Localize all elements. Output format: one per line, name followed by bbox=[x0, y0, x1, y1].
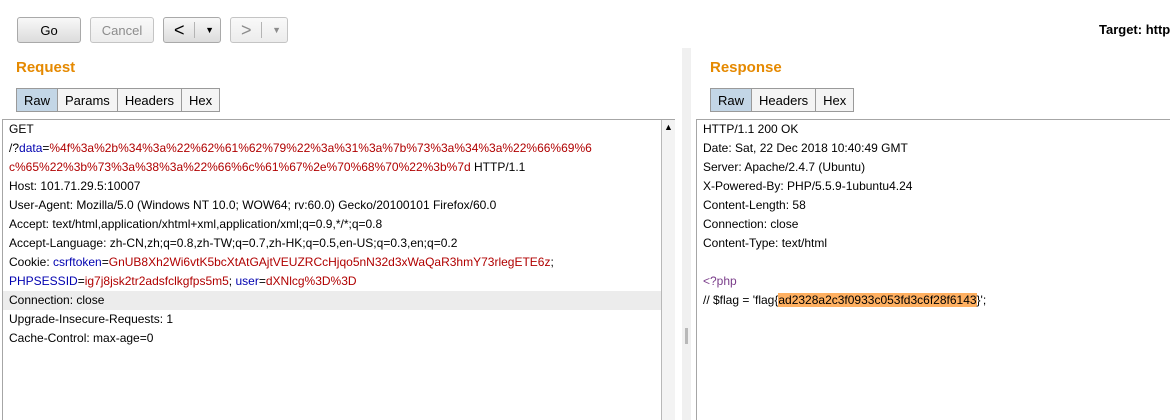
cookie-user-name: user bbox=[235, 274, 259, 288]
response-tabs: Raw Headers Hex bbox=[710, 88, 855, 112]
tab-params[interactable]: Params bbox=[58, 88, 118, 112]
chevron-down-icon[interactable]: ▼ bbox=[272, 25, 281, 35]
scroll-up-icon[interactable]: ▲ bbox=[664, 122, 673, 132]
button-divider bbox=[194, 22, 196, 38]
cookie-separator: ; bbox=[550, 255, 554, 269]
request-line-cache-control: Cache-Control: max-age=0 bbox=[9, 331, 154, 345]
response-line-blank bbox=[697, 253, 1170, 272]
path-prefix: /? bbox=[9, 141, 20, 155]
forward-button[interactable]: > ▼ bbox=[230, 17, 288, 43]
tab-hex[interactable]: Hex bbox=[181, 88, 221, 112]
splitter-grip[interactable] bbox=[685, 328, 688, 344]
cancel-button[interactable]: Cancel bbox=[90, 17, 154, 43]
http-version: HTTP/1.1 bbox=[470, 160, 526, 174]
flag-prefix: // $flag = 'flag{ bbox=[703, 293, 779, 307]
toolbar: Go Cancel < ▼ > ▼ Target: http bbox=[0, 0, 1170, 48]
request-line-connection: Connection: close bbox=[3, 291, 675, 310]
request-tabs: Raw Params Headers Hex bbox=[16, 88, 221, 112]
pane-splitter[interactable] bbox=[682, 48, 691, 420]
request-line-cookie: Cookie: csrftoken=GnUB8Xh2Wi6vtK5bcXtAtG… bbox=[3, 253, 675, 272]
param-value-cont: c%65%22%3b%73%3a%38%3a%22%66%6c%61%67%2e… bbox=[9, 160, 471, 174]
cookie-session-value: ig7j8jsk2tr2adsfclkgfps5m5 bbox=[84, 274, 229, 288]
flag-suffix: }'; bbox=[976, 293, 987, 307]
go-button[interactable]: Go bbox=[17, 17, 81, 43]
response-line-content-length: Content-Length: 58 bbox=[703, 198, 806, 212]
request-line-user-agent: User-Agent: Mozilla/5.0 (Windows NT 10.0… bbox=[9, 198, 497, 212]
cookie-prefix: Cookie: bbox=[9, 255, 54, 269]
cookie-equals: = bbox=[101, 255, 109, 269]
request-line-path-cont: c%65%22%3b%73%3a%38%3a%22%66%6c%61%67%2e… bbox=[3, 158, 675, 177]
target-label: Target: http bbox=[1099, 22, 1170, 37]
tab-hex[interactable]: Hex bbox=[816, 88, 855, 112]
request-title: Request bbox=[16, 59, 76, 76]
response-title: Response bbox=[710, 59, 782, 76]
request-editor[interactable]: GET /?data=%4f%3a%2b%34%3a%22%62%61%62%7… bbox=[2, 119, 675, 420]
cookie-equals: = bbox=[77, 274, 85, 288]
tab-raw[interactable]: Raw bbox=[710, 88, 753, 112]
cookie-csrf-value: GnUB8Xh2Wi6vtK5bcXtAtGAjtVEUZRCcHjqo5nN3… bbox=[108, 255, 551, 269]
cookie-equals: = bbox=[258, 274, 266, 288]
cookie-separator: ; bbox=[228, 274, 233, 288]
cookie-user-value: dXNlcg%3D%3D bbox=[265, 274, 357, 288]
request-line-cookie-cont: PHPSESSID=ig7j8jsk2tr2adsfclkgfps5m5; us… bbox=[3, 272, 675, 291]
request-line-accept-language: Accept-Language: zh-CN,zh;q=0.8,zh-TW;q=… bbox=[9, 236, 458, 250]
response-line-status: HTTP/1.1 200 OK bbox=[703, 122, 799, 136]
request-line-host: Host: 101.71.29.5:10007 bbox=[9, 179, 141, 193]
tab-headers[interactable]: Headers bbox=[752, 88, 817, 112]
response-line-date: Date: Sat, 22 Dec 2018 10:40:49 GMT bbox=[703, 141, 908, 155]
chevron-right-icon: > bbox=[241, 20, 252, 40]
button-divider bbox=[261, 22, 263, 38]
request-line-upgrade: Upgrade-Insecure-Requests: 1 bbox=[9, 312, 174, 326]
flag-value: ad2328a2c3f0933c053fd3c6f28f6143 bbox=[778, 293, 977, 307]
cookie-csrf-name: csrftoken bbox=[53, 255, 102, 269]
response-editor[interactable]: HTTP/1.1 200 OK Date: Sat, 22 Dec 2018 1… bbox=[696, 119, 1170, 420]
request-lines: GET /?data=%4f%3a%2b%34%3a%22%62%61%62%7… bbox=[3, 120, 675, 348]
response-line-server: Server: Apache/2.4.7 (Ubuntu) bbox=[703, 160, 866, 174]
tab-raw[interactable]: Raw bbox=[16, 88, 59, 112]
tab-headers[interactable]: Headers bbox=[117, 88, 182, 112]
request-line-path: /?data=%4f%3a%2b%34%3a%22%62%61%62%79%22… bbox=[3, 139, 675, 158]
response-lines: HTTP/1.1 200 OK Date: Sat, 22 Dec 2018 1… bbox=[697, 120, 1170, 310]
response-line-content-type: Content-Type: text/html bbox=[703, 236, 828, 250]
request-line-method: GET bbox=[9, 122, 34, 136]
cookie-session-name: PHPSESSID bbox=[9, 274, 78, 288]
response-line-powered-by: X-Powered-By: PHP/5.5.9-1ubuntu4.24 bbox=[703, 179, 913, 193]
back-button[interactable]: < ▼ bbox=[163, 17, 221, 43]
chevron-down-icon[interactable]: ▼ bbox=[205, 25, 214, 35]
param-name: data bbox=[19, 141, 43, 155]
response-line-php-open: <?php bbox=[703, 274, 737, 288]
request-scrollbar[interactable]: ▲ bbox=[661, 120, 675, 420]
response-line-flag: // $flag = 'flag{ad2328a2c3f0933c053fd3c… bbox=[697, 291, 1170, 310]
param-value: %4f%3a%2b%34%3a%22%62%61%62%79%22%3a%31%… bbox=[49, 141, 592, 155]
response-line-connection: Connection: close bbox=[703, 217, 799, 231]
request-line-accept: Accept: text/html,application/xhtml+xml,… bbox=[9, 217, 383, 231]
chevron-left-icon: < bbox=[174, 20, 185, 40]
